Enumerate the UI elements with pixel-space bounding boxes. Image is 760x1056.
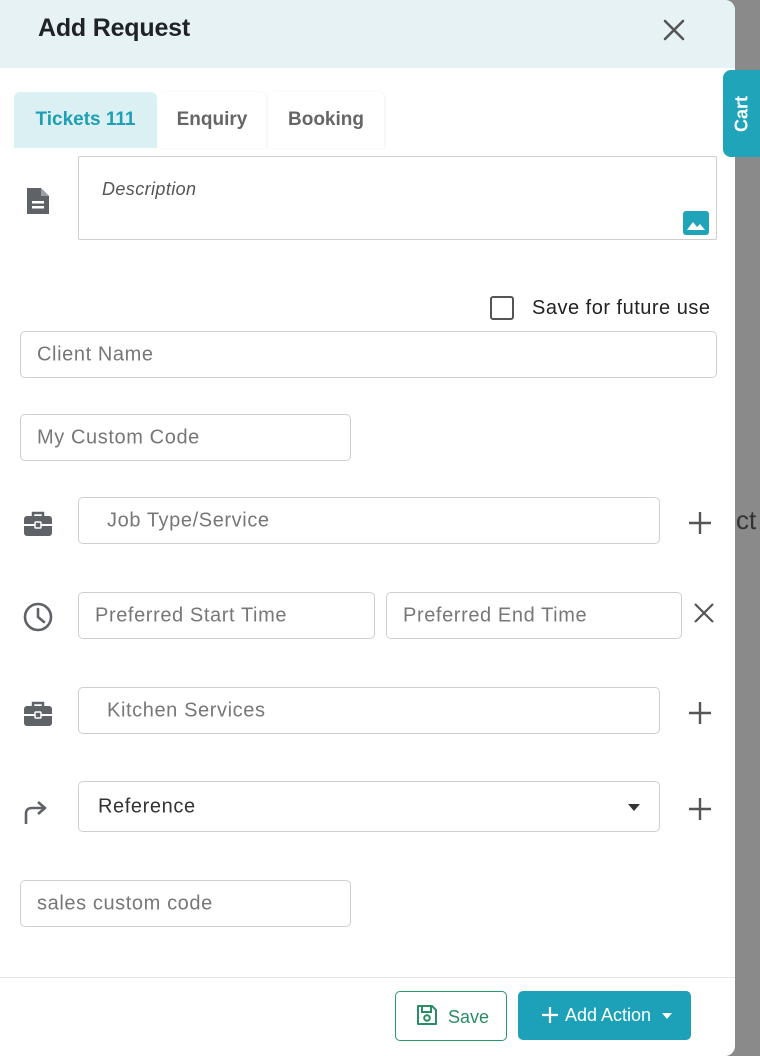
floppy-disk-icon [417, 1005, 437, 1025]
kitchen-services-value: Kitchen Services [107, 699, 266, 721]
caret-down-icon [662, 1013, 672, 1019]
custom-code-placeholder: My Custom Code [37, 426, 200, 448]
tab-enquiry-label: Enquiry [176, 109, 248, 130]
save-for-future-label: Save for future use [532, 297, 711, 319]
tab-booking[interactable]: Booking [268, 92, 384, 148]
reference-value: Reference [98, 795, 196, 817]
custom-code-input[interactable]: My Custom Code [20, 414, 351, 461]
save-button[interactable]: Save [395, 991, 507, 1041]
sales-code-placeholder: sales custom code [37, 892, 213, 914]
preferred-start-time-input[interactable]: Preferred Start Time [78, 592, 375, 639]
background-peek-text: ct [736, 505, 757, 535]
modal-header: Add Request [0, 0, 735, 68]
briefcase-icon [24, 511, 52, 536]
tab-booking-label: Booking [288, 109, 364, 130]
tab-tickets-label: Tickets 111 [35, 109, 136, 130]
save-button-label: Save [448, 1007, 490, 1027]
description-placeholder: Description [102, 179, 197, 199]
add-reference-plus-icon[interactable] [687, 796, 713, 822]
client-name-placeholder: Client Name [37, 343, 154, 365]
description-field[interactable]: Description [78, 156, 717, 240]
footer-divider [0, 977, 735, 978]
add-service-plus-icon[interactable] [687, 700, 713, 726]
clock-icon [23, 602, 53, 632]
job-type-placeholder: Job Type/Service [107, 509, 270, 531]
cart-tab-label: Cart [731, 95, 751, 132]
add-action-button[interactable]: Add Action [518, 991, 691, 1040]
clear-time-close-icon[interactable] [692, 601, 716, 625]
sales-custom-code-input[interactable]: sales custom code [20, 880, 351, 927]
caret-down-icon [628, 804, 640, 811]
close-icon[interactable] [660, 16, 688, 44]
plus-icon [542, 1007, 558, 1023]
briefcase-icon [24, 701, 52, 726]
save-for-future-checkbox[interactable] [490, 296, 514, 320]
add-request-modal: Add Request Tickets 111 Enquiry Booking … [0, 0, 735, 1056]
tab-enquiry[interactable]: Enquiry [158, 92, 266, 148]
client-name-input[interactable]: Client Name [20, 331, 717, 378]
start-time-placeholder: Preferred Start Time [95, 604, 288, 626]
redirect-arrow-icon [24, 801, 47, 824]
add-action-label: Add Action [565, 1005, 652, 1025]
kitchen-services-input[interactable]: Kitchen Services [78, 687, 660, 734]
modal-title: Add Request [38, 14, 190, 42]
tab-tickets[interactable]: Tickets 111 [14, 92, 157, 148]
preferred-end-time-input[interactable]: Preferred End Time [386, 592, 682, 639]
add-job-type-plus-icon[interactable] [687, 510, 713, 536]
cart-tab[interactable]: Cart [723, 70, 760, 157]
end-time-placeholder: Preferred End Time [403, 604, 588, 626]
reference-select[interactable]: Reference [78, 781, 660, 832]
image-icon[interactable] [683, 211, 709, 235]
document-icon [27, 188, 49, 214]
job-type-input[interactable]: Job Type/Service [78, 497, 660, 544]
